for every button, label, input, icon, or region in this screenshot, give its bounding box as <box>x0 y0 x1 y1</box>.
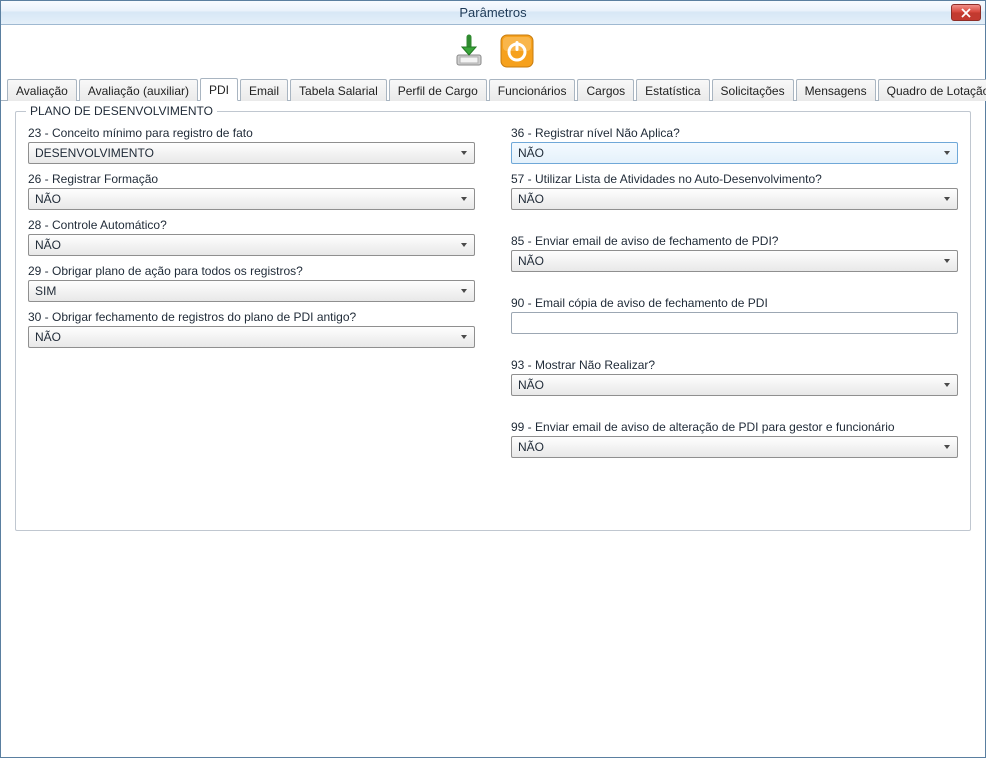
select-value: NÃO <box>35 330 61 344</box>
chevron-down-icon <box>943 257 951 265</box>
select-arrow <box>456 281 472 301</box>
tab-tabela-salarial[interactable]: Tabela Salarial <box>290 79 387 101</box>
select-arrow <box>456 189 472 209</box>
tab-quadro-lotacao[interactable]: Quadro de Lotação <box>878 79 986 101</box>
field-label: 57 - Utilizar Lista de Atividades no Aut… <box>511 172 958 186</box>
field-label: 23 - Conceito mínimo para registro de fa… <box>28 126 475 140</box>
select-value: NÃO <box>518 192 544 206</box>
select-box[interactable]: SIM <box>28 280 475 302</box>
select-value: NÃO <box>35 238 61 252</box>
select-arrow <box>456 235 472 255</box>
field-label: 26 - Registrar Formação <box>28 172 475 186</box>
select-value: NÃO <box>518 146 544 160</box>
columns: 23 - Conceito mínimo para registro de fa… <box>28 122 958 458</box>
chevron-down-icon <box>943 443 951 451</box>
field-label: 28 - Controle Automático? <box>28 218 475 232</box>
close-icon <box>961 8 971 18</box>
field-label: 93 - Mostrar Não Realizar? <box>511 358 958 372</box>
titlebar: Parâmetros <box>1 1 985 25</box>
tab-solicitacoes[interactable]: Solicitações <box>712 79 794 101</box>
field-label: 90 - Email cópia de aviso de fechamento … <box>511 296 958 310</box>
window-title: Parâmetros <box>459 5 526 20</box>
tab-perfil-cargo[interactable]: Perfil de Cargo <box>389 79 487 101</box>
field-label: 29 - Obrigar plano de ação para todos os… <box>28 264 475 278</box>
chevron-down-icon <box>460 287 468 295</box>
select-box[interactable]: NÃO <box>511 142 958 164</box>
text-input[interactable] <box>511 312 958 334</box>
tab-cargos[interactable]: Cargos <box>577 79 634 101</box>
select-box[interactable]: NÃO <box>511 250 958 272</box>
right-column: 36 - Registrar nível Não Aplica? NÃO 57 - … <box>511 122 958 458</box>
chevron-down-icon <box>460 333 468 341</box>
chevron-down-icon <box>943 149 951 157</box>
select-value: SIM <box>35 284 56 298</box>
power-button[interactable] <box>497 31 537 71</box>
tab-content: PLANO DE DESENVOLVIMENTO 23 - Conceito m… <box>1 101 985 757</box>
groupbox-title: PLANO DE DESENVOLVIMENTO <box>26 104 217 118</box>
select-value: NÃO <box>518 378 544 392</box>
tab-email[interactable]: Email <box>240 79 288 101</box>
field-label: 85 - Enviar email de aviso de fechamento… <box>511 234 958 248</box>
select-box[interactable]: NÃO <box>511 188 958 210</box>
left-column: 23 - Conceito mínimo para registro de fa… <box>28 122 475 458</box>
window: Parâmetros Avaliação Avaliação (auxiliar… <box>0 0 986 758</box>
field-label: 30 - Obrigar fechamento de registros do … <box>28 310 475 324</box>
save-download-icon <box>451 33 487 69</box>
chevron-down-icon <box>943 381 951 389</box>
field-label: 36 - Registrar nível Não Aplica? <box>511 126 958 140</box>
select-box[interactable]: NÃO <box>511 436 958 458</box>
select-arrow <box>939 375 955 395</box>
tab-avaliacao-auxiliar[interactable]: Avaliação (auxiliar) <box>79 79 198 101</box>
select-box[interactable]: DESENVOLVIMENTO <box>28 142 475 164</box>
select-value: NÃO <box>518 254 544 268</box>
select-box[interactable]: NÃO <box>28 326 475 348</box>
select-value: NÃO <box>518 440 544 454</box>
tab-mensagens[interactable]: Mensagens <box>796 79 876 101</box>
select-arrow <box>456 327 472 347</box>
power-icon <box>499 33 535 69</box>
select-arrow <box>939 143 955 163</box>
select-value: DESENVOLVIMENTO <box>35 146 154 160</box>
chevron-down-icon <box>943 195 951 203</box>
chevron-down-icon <box>460 195 468 203</box>
select-value: NÃO <box>35 192 61 206</box>
tab-avaliacao[interactable]: Avaliação <box>7 79 77 101</box>
chevron-down-icon <box>460 241 468 249</box>
toolbar <box>1 25 985 75</box>
tab-estatistica[interactable]: Estatística <box>636 79 709 101</box>
tab-pdi[interactable]: PDI <box>200 78 238 101</box>
select-arrow <box>939 251 955 271</box>
save-button[interactable] <box>449 31 489 71</box>
groupbox-plano-desenvolvimento: PLANO DE DESENVOLVIMENTO 23 - Conceito m… <box>15 111 971 531</box>
chevron-down-icon <box>460 149 468 157</box>
field-label: 99 - Enviar email de aviso de alteração … <box>511 420 958 434</box>
select-box[interactable]: NÃO <box>28 234 475 256</box>
select-arrow <box>456 143 472 163</box>
tab-bar: Avaliação Avaliação (auxiliar) PDI Email… <box>1 77 985 101</box>
select-box[interactable]: NÃO <box>511 374 958 396</box>
select-arrow <box>939 437 955 457</box>
close-button[interactable] <box>951 4 981 21</box>
select-arrow <box>939 189 955 209</box>
select-box[interactable]: NÃO <box>28 188 475 210</box>
tab-funcionarios[interactable]: Funcionários <box>489 79 576 101</box>
